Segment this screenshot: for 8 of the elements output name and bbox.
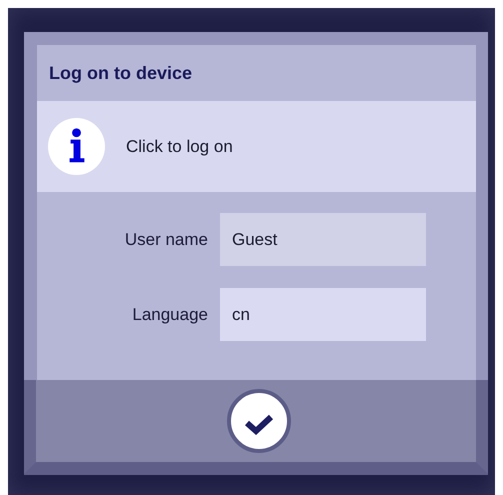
checkmark-icon xyxy=(244,413,274,435)
field-label: Language xyxy=(131,304,209,324)
info-message: Click to log on xyxy=(126,136,233,156)
input-field[interactable]: cn xyxy=(220,288,426,341)
input-field[interactable]: Guest xyxy=(220,213,426,266)
field-label: User name xyxy=(124,230,209,250)
dialog-title: Log on to device xyxy=(49,62,192,84)
info-icon xyxy=(48,118,105,175)
